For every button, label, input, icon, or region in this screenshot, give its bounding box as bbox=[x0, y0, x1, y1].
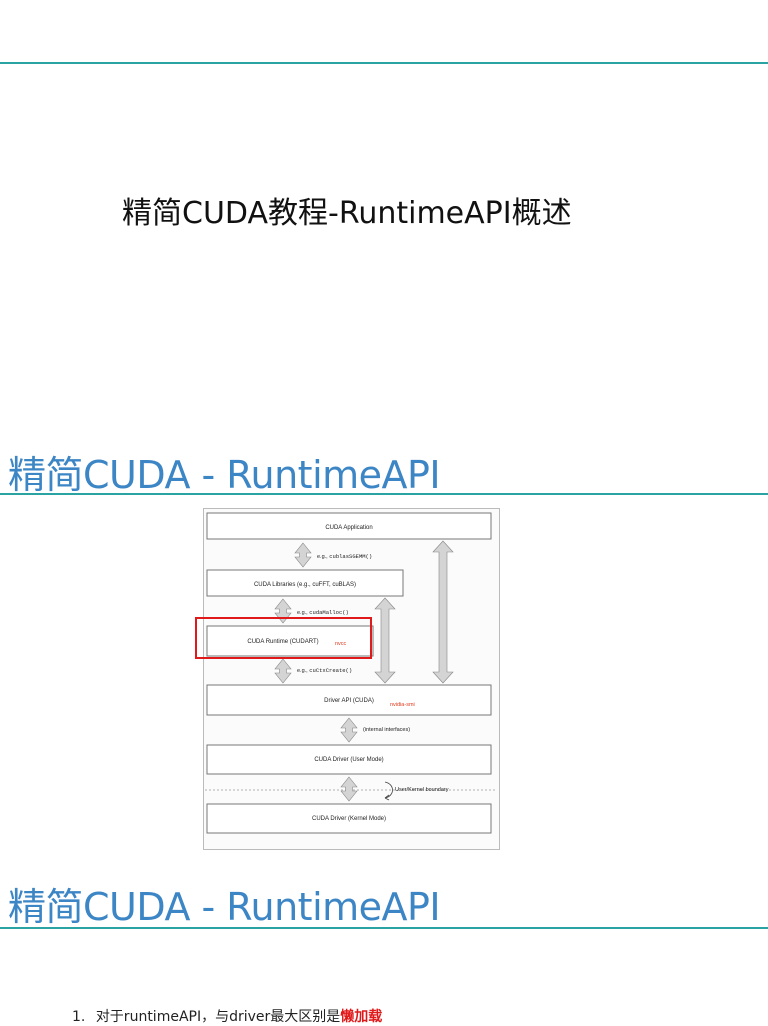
box-driver-user-mode: CUDA Driver (User Mode) bbox=[206, 744, 492, 775]
runtime-highlight-box bbox=[195, 617, 372, 659]
eg-cudamalloc-code: cudaMalloc() bbox=[309, 609, 349, 616]
eg-cuctxcreate-prefix: e.g., bbox=[297, 668, 309, 674]
bullet-item-1: 1. 对于runtimeAPI，与driver最大区别是懒加载 bbox=[72, 1006, 382, 1026]
eg-cudamalloc-label: e.g., cudaMalloc() bbox=[297, 609, 349, 616]
internal-interfaces-label: (internal interfaces) bbox=[363, 727, 410, 733]
eg-cublas-prefix: e.g., bbox=[317, 554, 329, 560]
eg-cuctxcreate-label: e.g., cuCtxCreate() bbox=[297, 667, 352, 674]
box-cuda-libraries: CUDA Libraries (e.g., cuFFT, cuBLAS) bbox=[206, 569, 404, 597]
box-label-libraries: CUDA Libraries (e.g., cuFFT, cuBLAS) bbox=[254, 582, 356, 588]
top-divider bbox=[0, 62, 768, 64]
box-label-driver-kernel: CUDA Driver (Kernel Mode) bbox=[312, 816, 386, 822]
eg-cuctxcreate-code: cuCtxCreate() bbox=[309, 667, 352, 674]
eg-cudamalloc-prefix: e.g., bbox=[297, 610, 309, 616]
slide3-heading: 精简CUDA - RuntimeAPI bbox=[8, 885, 441, 929]
bullet-number: 1. bbox=[72, 1009, 86, 1025]
eg-cublas-code: cublasSGEMM() bbox=[329, 553, 372, 560]
box-driver-api: Driver API (CUDA) nvidia-smi bbox=[206, 684, 492, 716]
slide2-heading: 精简CUDA - RuntimeAPI bbox=[8, 453, 441, 497]
user-kernel-boundary-label: User/Kernel boundary bbox=[395, 787, 449, 793]
box-cuda-application: CUDA Application bbox=[206, 512, 492, 540]
bullet-text: 对于runtimeAPI，与driver最大区别是 bbox=[95, 1009, 341, 1025]
box-label-driver-api: Driver API (CUDA) bbox=[324, 698, 374, 704]
nvidia-smi-annotation: nvidia-smi bbox=[390, 702, 415, 708]
box-label-application: CUDA Application bbox=[325, 525, 372, 531]
cuda-stack-diagram: CUDA Application CUDA Libraries (e.g., c… bbox=[203, 508, 500, 850]
slide2-heading-divider bbox=[0, 493, 768, 495]
slide3-heading-divider bbox=[0, 927, 768, 929]
box-driver-kernel-mode: CUDA Driver (Kernel Mode) bbox=[206, 803, 492, 834]
bullet-emphasis: 懒加载 bbox=[340, 1009, 383, 1025]
cover-title: 精简CUDA教程-RuntimeAPI概述 bbox=[122, 196, 572, 231]
eg-cublas-label: e.g., cublasSGEMM() bbox=[317, 553, 372, 560]
box-label-driver-user: CUDA Driver (User Mode) bbox=[314, 757, 383, 763]
